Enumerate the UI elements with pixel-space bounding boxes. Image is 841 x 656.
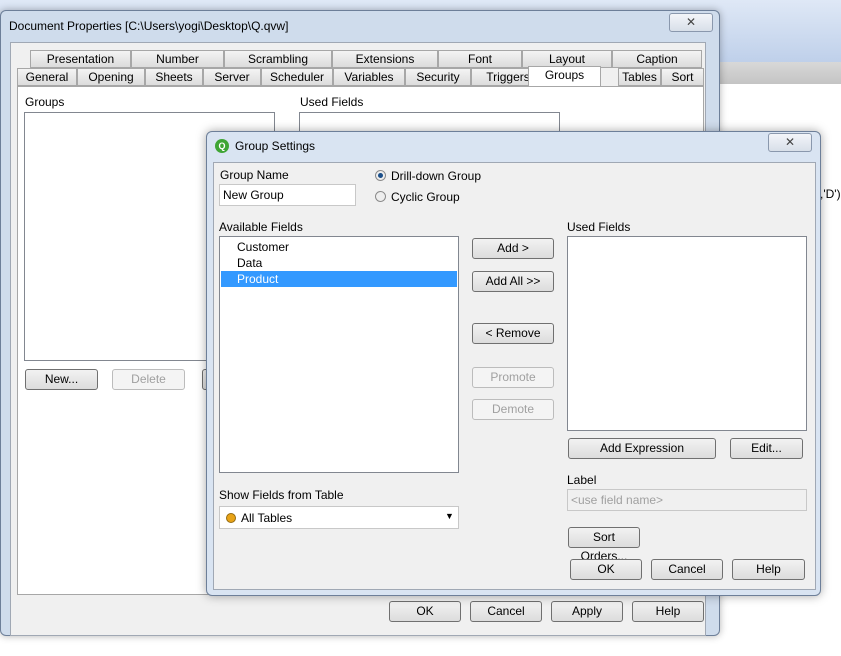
- tab-sort[interactable]: Sort: [661, 68, 704, 86]
- label-input[interactable]: <use field name>: [567, 489, 807, 511]
- sort-orders-button[interactable]: Sort Orders...: [568, 527, 640, 563]
- list-item[interactable]: Customer: [221, 239, 457, 255]
- add-button[interactable]: Add >: [472, 238, 554, 259]
- label-label: Label: [567, 473, 597, 487]
- group-name-input[interactable]: [219, 184, 356, 206]
- remove-button[interactable]: < Remove: [472, 323, 554, 344]
- tab-number[interactable]: Number: [131, 50, 224, 68]
- add-expression-button[interactable]: Add Expression: [568, 438, 716, 459]
- background-toolbar: [700, 62, 841, 84]
- drilldown-label: Drill-down Group: [391, 169, 482, 183]
- ok-button[interactable]: OK: [389, 601, 461, 622]
- table-dot-icon: [226, 513, 236, 523]
- tab-general[interactable]: General: [17, 68, 77, 86]
- cancel-button[interactable]: Cancel: [470, 601, 542, 622]
- edit-button[interactable]: Edit...: [730, 438, 803, 459]
- gs-help-button[interactable]: Help: [732, 559, 805, 580]
- available-fields-listbox[interactable]: Customer Data Product: [219, 236, 459, 473]
- help-button[interactable]: Help: [632, 601, 704, 622]
- window-title: Document Properties [C:\Users\yogi\Deskt…: [9, 19, 289, 33]
- list-item-selected[interactable]: Product: [221, 271, 457, 287]
- list-item[interactable]: Data: [221, 255, 457, 271]
- delete-group-button[interactable]: Delete: [112, 369, 185, 390]
- tab-variables[interactable]: Variables: [333, 68, 405, 86]
- tab-tables[interactable]: Tables: [618, 68, 661, 86]
- background-text: ,'D'): [820, 187, 841, 201]
- tab-opening[interactable]: Opening: [77, 68, 145, 86]
- new-group-button[interactable]: New...: [25, 369, 98, 390]
- tab-font[interactable]: Font: [438, 50, 522, 68]
- tab-scrambling[interactable]: Scrambling: [224, 50, 332, 68]
- tab-scheduler[interactable]: Scheduler: [261, 68, 333, 86]
- close-x-icon: ✕: [685, 15, 697, 29]
- used-fields-listbox[interactable]: [567, 236, 807, 431]
- gs-cancel-button[interactable]: Cancel: [651, 559, 723, 580]
- used-fields-label: Used Fields: [300, 95, 364, 109]
- close-x-icon: ✕: [784, 135, 796, 149]
- tab-server[interactable]: Server: [203, 68, 261, 86]
- apply-button[interactable]: Apply: [551, 601, 623, 622]
- cyclic-label: Cyclic Group: [391, 190, 460, 204]
- cyclic-radio[interactable]: [375, 191, 386, 202]
- dialog-title: Group Settings: [235, 139, 316, 153]
- promote-button[interactable]: Promote: [472, 367, 554, 388]
- add-all-button[interactable]: Add All >>: [472, 271, 554, 292]
- close-button[interactable]: ✕: [669, 13, 713, 32]
- tab-groups[interactable]: Groups: [528, 66, 601, 86]
- qlikview-logo-icon: Q: [215, 139, 229, 153]
- tabs-row-1: Presentation Number Scrambling Extension…: [30, 50, 702, 68]
- gs-ok-button[interactable]: OK: [570, 559, 642, 580]
- tab-caption[interactable]: Caption: [612, 50, 702, 68]
- close-button[interactable]: ✕: [768, 133, 812, 152]
- show-fields-value: All Tables: [241, 511, 293, 525]
- available-fields-label: Available Fields: [219, 220, 303, 234]
- groups-label: Groups: [25, 95, 65, 109]
- tab-security[interactable]: Security: [405, 68, 471, 86]
- show-fields-label: Show Fields from Table: [219, 488, 344, 502]
- group-name-label: Group Name: [220, 168, 289, 182]
- drilldown-radio[interactable]: [375, 170, 386, 181]
- show-fields-dropdown[interactable]: All Tables ▼: [219, 506, 459, 529]
- tab-sheets[interactable]: Sheets: [145, 68, 203, 86]
- used-fields-label: Used Fields: [567, 220, 631, 234]
- tab-extensions[interactable]: Extensions: [332, 50, 438, 68]
- demote-button[interactable]: Demote: [472, 399, 554, 420]
- chevron-down-icon[interactable]: ▼: [445, 511, 454, 521]
- tab-presentation[interactable]: Presentation: [30, 50, 131, 68]
